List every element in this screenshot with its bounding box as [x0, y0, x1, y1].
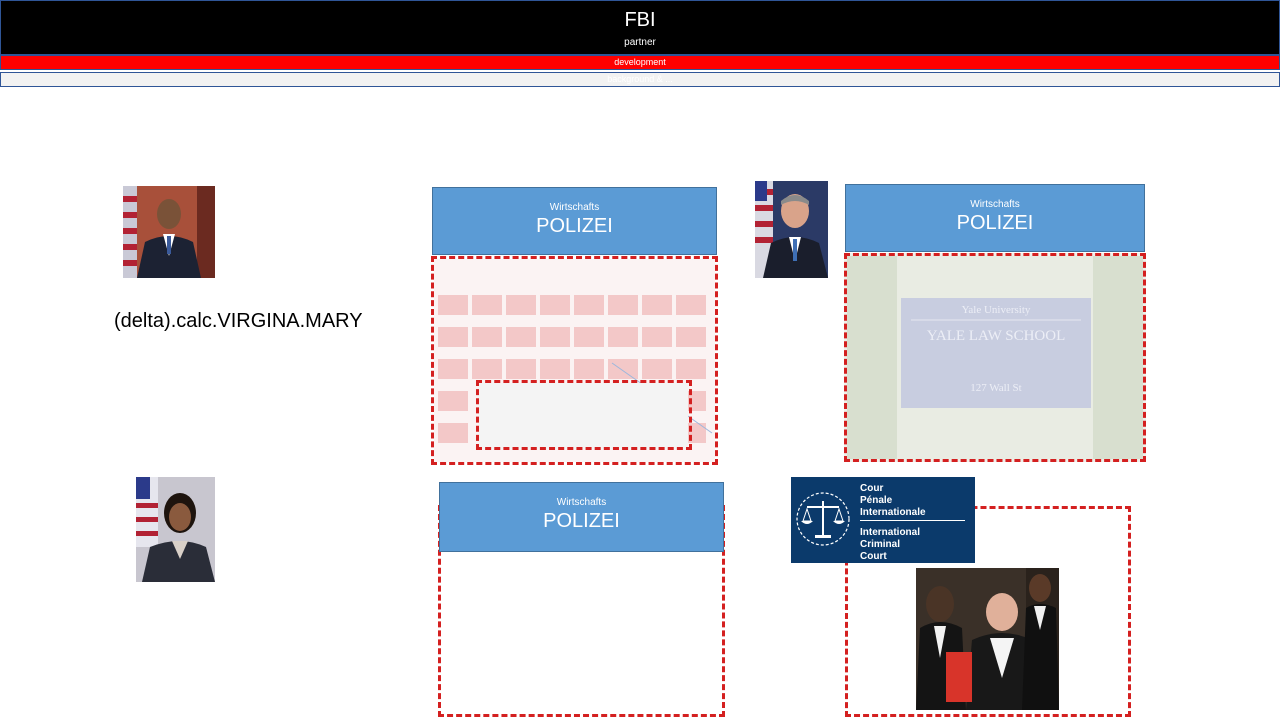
inner-highlight-frame [476, 380, 692, 450]
icc-french-name: Cour Pénale Internationale [860, 483, 926, 519]
scales-of-justice-icon [796, 492, 850, 546]
polizei-card-3: Wirtschafts POLIZEI [439, 482, 724, 552]
polizei-card-2: Wirtschafts POLIZEI [845, 184, 1145, 252]
yale-photo-frame: Yale University YALE LAW SCHOOL 127 Wall… [844, 253, 1146, 462]
icc-fr-line2: Pénale [860, 495, 893, 506]
icc-english-name: International Criminal Court [860, 527, 920, 563]
icc-logo: Cour Pénale Internationale International… [791, 477, 975, 563]
card-big-label: POLIZEI [956, 212, 1034, 234]
icc-divider [860, 520, 965, 521]
court-photo [916, 568, 1059, 710]
portrait-photo-3 [136, 477, 215, 582]
portrait-photo-1 [123, 186, 215, 278]
card-small-label: Wirtschafts [556, 497, 607, 508]
development-bar: development [0, 55, 1280, 70]
card-big-label: POLIZEI [543, 510, 620, 532]
icc-en-line2: Criminal [860, 539, 901, 550]
icc-fr-line1: Cour [860, 483, 884, 494]
grey-bar: background & ... [0, 72, 1280, 87]
polizei-card-1: Wirtschafts POLIZEI [432, 187, 717, 255]
card-small-label: Wirtschafts [970, 199, 1020, 210]
header-subtitle: partner [624, 37, 656, 48]
yale-law-school-sign-image [847, 256, 1143, 459]
card-small-label: Wirtschafts [549, 202, 600, 213]
header-bar: FBI partner [0, 0, 1280, 55]
yale-sign-line3: 127 Wall St [970, 382, 1022, 394]
yale-sign-line1: Yale University [961, 304, 1031, 316]
screenshot-frame-1 [431, 256, 718, 465]
subject-label: (delta).calc.VIRGINA.MARY [114, 310, 363, 332]
icc-en-line3: Court [860, 551, 887, 562]
card-big-label: POLIZEI [536, 215, 613, 237]
icc-en-line1: International [860, 527, 921, 538]
yale-sign-line2: YALE LAW SCHOOL [926, 328, 1066, 344]
header-title: FBI [624, 9, 656, 31]
icc-fr-line3: Internationale [860, 507, 926, 518]
portrait-photo-2 [755, 181, 828, 278]
